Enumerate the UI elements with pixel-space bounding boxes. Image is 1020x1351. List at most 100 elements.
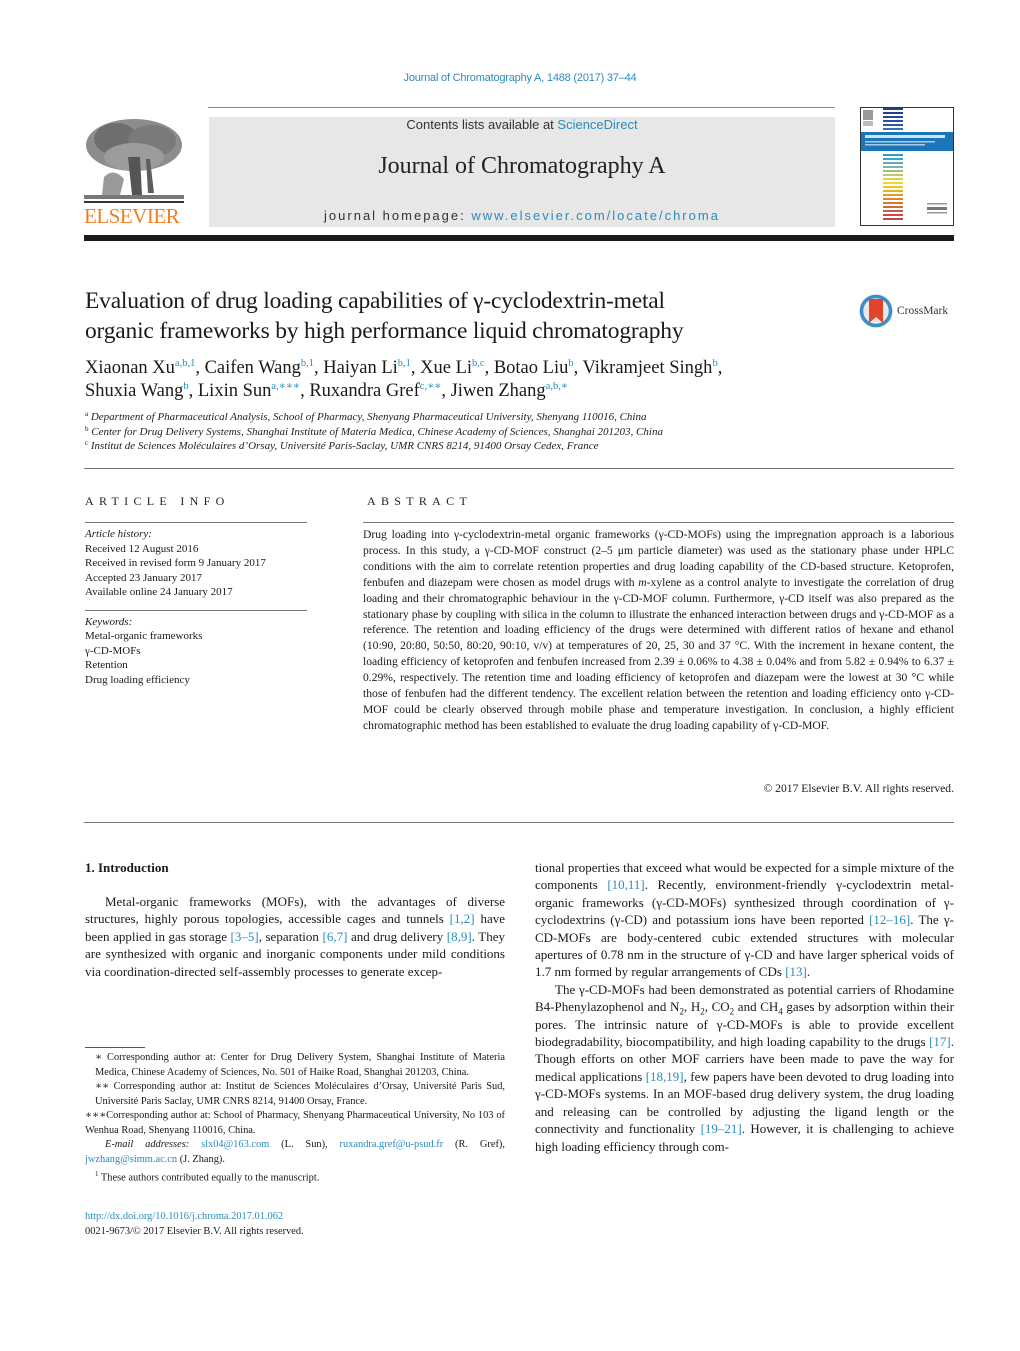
article-history-label: Article history: xyxy=(85,528,152,540)
email-link[interactable]: ruxandra.gref@u-psud.fr xyxy=(340,1139,444,1150)
author-affiliation-marks[interactable]: a,∗∗∗ xyxy=(271,381,300,392)
keyword-item: Retention xyxy=(85,659,128,671)
history-item: Accepted 23 January 2017 xyxy=(85,571,202,584)
history-item: Received in revised form 9 January 2017 xyxy=(85,557,266,569)
reference-link[interactable]: [18,19] xyxy=(646,1069,684,1084)
abstract-text: Drug loading into γ-cyclodextrin-metal o… xyxy=(363,527,954,734)
abstract-italic-m: m xyxy=(638,575,647,589)
elsevier-logo[interactable]: ELSEVIER xyxy=(84,117,186,229)
reference-link[interactable]: [6,7] xyxy=(322,929,347,944)
author-affiliation-marks[interactable]: a,b,∗ xyxy=(546,381,568,392)
body-column-left: Metal-organic frameworks (MOFs), with th… xyxy=(85,893,505,980)
article-history-list: Received 12 August 2016 Received in revis… xyxy=(85,542,307,600)
journal-name: Journal of Chromatography A xyxy=(378,153,666,179)
keyword-item: Metal-organic frameworks xyxy=(85,630,203,642)
abstract-rule xyxy=(363,522,954,523)
author-name[interactable]: Xue Li xyxy=(420,358,472,378)
intro-paragraph-1: Metal-organic frameworks (MOFs), with th… xyxy=(85,894,506,979)
journal-citation-link[interactable]: Journal of Chromatography A, 1488 (2017)… xyxy=(0,72,1020,84)
reference-link[interactable]: [17] xyxy=(929,1034,951,1049)
author-name[interactable]: Xiaonan Xu xyxy=(85,358,175,378)
intro-paragraph-1-continued: tional properties that exceed what would… xyxy=(535,860,954,980)
reference-link[interactable]: [8,9] xyxy=(447,929,472,944)
crossmark-button[interactable]: CrossMark xyxy=(858,291,958,331)
keyword-item: Drug loading efficiency xyxy=(85,673,190,686)
author-affiliation-marks[interactable]: b,1 xyxy=(398,358,411,369)
abstract-heading: ABSTRACT xyxy=(367,494,473,508)
affiliation-text: Department of Pharmaceutical Analysis, S… xyxy=(88,411,647,423)
author-affiliation-marks[interactable]: b xyxy=(712,358,717,369)
email-label: E-mail addresses: xyxy=(105,1139,202,1150)
author-name[interactable]: Vikramjeet Singh xyxy=(583,358,713,378)
email-link[interactable]: jwzhang@simm.ac.cn xyxy=(85,1154,177,1165)
author-affiliation-marks[interactable]: a,b,1 xyxy=(175,358,195,369)
author-affiliation-marks[interactable]: b xyxy=(183,381,188,392)
keywords-rule xyxy=(85,609,307,611)
footnote-equal-contribution: 1 These authors contributed equally to t… xyxy=(85,1167,505,1186)
sciencedirect-link[interactable]: ScienceDirect xyxy=(557,117,637,132)
doi-link[interactable]: http://dx.doi.org/10.1016/j.chroma.2017.… xyxy=(85,1211,283,1222)
body-divider xyxy=(84,822,954,823)
footnote-rule xyxy=(85,1047,145,1048)
affiliation-list: a Department of Pharmaceutical Analysis,… xyxy=(85,410,945,454)
homepage-prefix: journal homepage: xyxy=(324,208,472,223)
email-owner: (R. Gref), xyxy=(443,1139,505,1150)
author-name[interactable]: Jiwen Zhang xyxy=(451,381,546,401)
author-name[interactable]: Lixin Sun xyxy=(198,381,272,401)
author-name[interactable]: Haiyan Li xyxy=(323,358,398,378)
journal-homepage-line: journal homepage: www.elsevier.com/locat… xyxy=(209,208,835,223)
reference-link[interactable]: [19–21] xyxy=(701,1121,742,1136)
author-name[interactable]: Shuxia Wang xyxy=(85,381,183,401)
author-name[interactable]: Botao Liu xyxy=(494,358,569,378)
abstract-part-2: -xylene as a control analyte to investig… xyxy=(363,575,954,732)
footnote-corresponding-2: ∗∗ Corresponding author at: Institut de … xyxy=(95,1081,505,1107)
footnote-corresponding-1: ∗ Corresponding author at: Center for Dr… xyxy=(95,1052,505,1078)
author-affiliation-marks[interactable]: b,c xyxy=(472,358,485,369)
paper-title-line-2: organic frameworks by high performance l… xyxy=(85,318,684,344)
doi-block: http://dx.doi.org/10.1016/j.chroma.2017.… xyxy=(85,1210,505,1239)
affiliation-text: Institut de Sciences Moléculaires d’Orsa… xyxy=(88,440,599,452)
author-name[interactable]: Caifen Wang xyxy=(205,358,301,378)
author-affiliation-marks[interactable]: c,∗∗ xyxy=(420,381,442,392)
author-affiliation-marks[interactable]: b xyxy=(568,358,573,369)
reference-link[interactable]: [12–16] xyxy=(869,912,910,927)
footnote-equal-text: These authors contributed equally to the… xyxy=(100,1172,320,1184)
keywords-label: Keywords: xyxy=(85,615,133,628)
email-owner: (L. Sun), xyxy=(269,1139,340,1150)
crossmark-icon xyxy=(859,294,893,328)
crossmark-label: CrossMark xyxy=(897,305,949,317)
journal-header-box: Contents lists available at ScienceDirec… xyxy=(209,117,835,227)
citation-text[interactable]: Journal of Chromatography A, 1488 (2017)… xyxy=(404,72,637,84)
introduction-heading: 1. Introduction xyxy=(85,860,169,875)
email-link[interactable]: slx04@163.com xyxy=(201,1139,269,1150)
intro-paragraph-2: The γ-CD-MOFs had been demonstrated as p… xyxy=(535,981,954,1154)
subscript: 4 xyxy=(778,1006,783,1017)
journal-homepage-link[interactable]: www.elsevier.com/locate/chroma xyxy=(471,208,720,223)
subscript: 2 xyxy=(700,1006,705,1017)
elsevier-tree-icon xyxy=(84,117,184,205)
keyword-item: γ-CD-MOFs xyxy=(85,644,141,657)
footnote-mark: 1 xyxy=(95,1170,99,1178)
contents-line: Contents lists available at ScienceDirec… xyxy=(209,117,835,132)
issn-line: 0021-9673/© 2017 Elsevier B.V. All right… xyxy=(85,1225,304,1237)
contents-prefix: Contents lists available at xyxy=(406,117,558,132)
article-info-rule xyxy=(85,522,307,523)
reference-link[interactable]: [10,11] xyxy=(607,877,644,892)
article-info-heading: ARTICLE INFO xyxy=(85,494,230,508)
email-owner: (J. Zhang). xyxy=(177,1153,225,1165)
author-affiliation-marks[interactable]: b,1 xyxy=(301,358,314,369)
reference-link[interactable]: [3–5] xyxy=(231,929,259,944)
keyword-list: Metal-organic frameworks γ-CD-MOFs Retenti… xyxy=(85,629,307,687)
affiliation: a Department of Pharmaceutical Analysis,… xyxy=(85,410,945,425)
subscript: 2 xyxy=(679,1006,684,1017)
reference-link[interactable]: [1,2] xyxy=(450,911,475,926)
header-thick-rule xyxy=(84,235,954,241)
paper-title: Evaluation of drug loading capabilities … xyxy=(85,286,845,346)
abstract-copyright: © 2017 Elsevier B.V. All rights reserved… xyxy=(763,782,954,795)
affiliation: b Center for Drug Delivery Systems, Shan… xyxy=(85,425,945,440)
author-name[interactable]: Ruxandra Gref xyxy=(309,381,419,401)
elsevier-wordmark: ELSEVIER xyxy=(84,204,180,228)
reference-link[interactable]: [13] xyxy=(785,964,807,979)
journal-cover-thumbnail[interactable] xyxy=(860,107,954,226)
subscript: 2 xyxy=(729,1006,735,1017)
